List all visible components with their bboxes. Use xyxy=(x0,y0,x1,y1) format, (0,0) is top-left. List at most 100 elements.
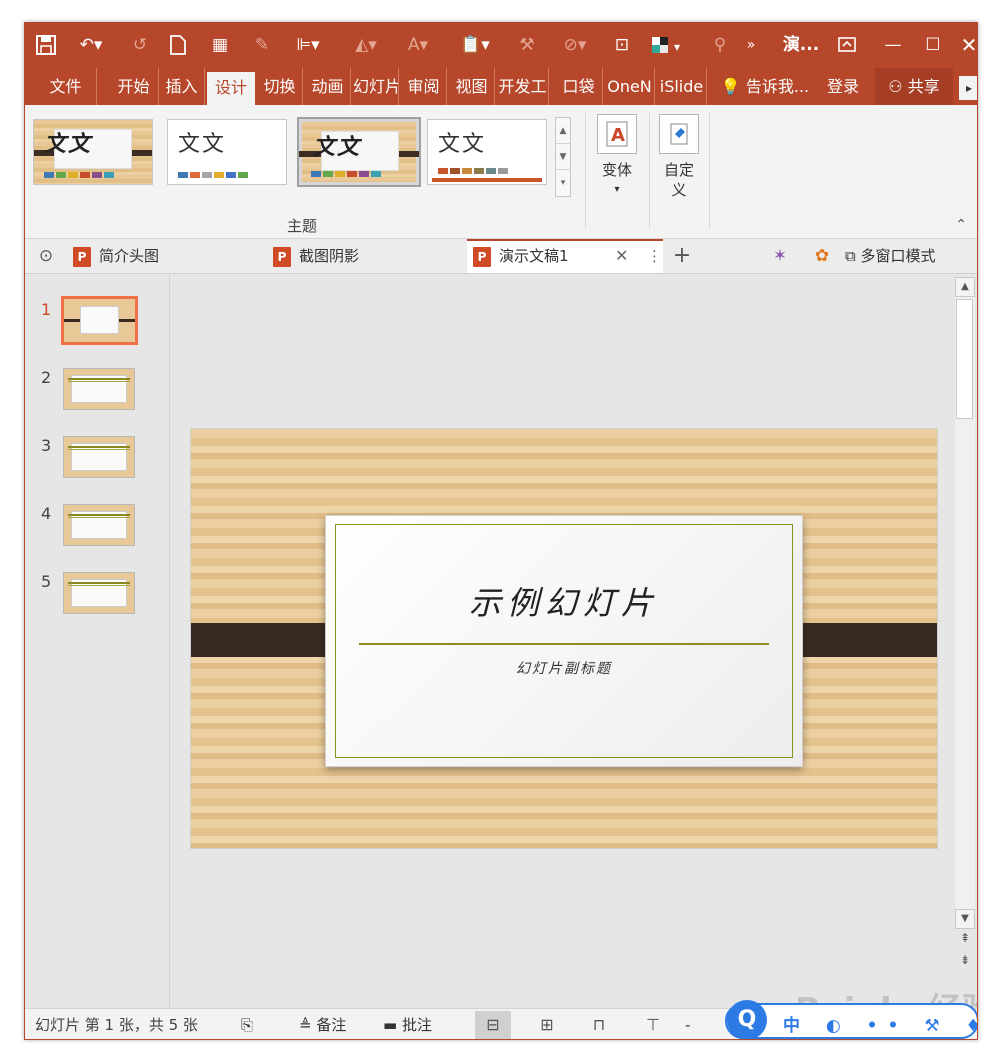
theme-sample-text: 文文 xyxy=(313,134,362,160)
variants-icon: A xyxy=(597,114,637,154)
windows-icon: ⧉ xyxy=(845,247,856,265)
slide-thumbnail-4[interactable] xyxy=(63,504,135,546)
fill-icon: ◭▾ xyxy=(355,35,377,55)
doc-tab-shadow[interactable]: P 截图阴影 xyxy=(267,239,463,273)
doc-tab-label: 简介头图 xyxy=(99,247,160,265)
eyedropper-icon: ✎ xyxy=(254,35,270,55)
gallery-scroller[interactable]: ▲ ▼ ▾ xyxy=(555,117,571,197)
ime-language: 中 xyxy=(783,1016,810,1036)
vertical-scrollbar[interactable]: ▲ ▼ ⇞ ⇟ xyxy=(955,277,975,1005)
prev-slide-icon[interactable]: ⇞ xyxy=(955,931,975,945)
doc-tab-intro[interactable]: P 简介头图 xyxy=(65,239,265,273)
scroll-down-icon[interactable]: ▼ xyxy=(955,909,975,929)
save-icon[interactable] xyxy=(35,32,57,58)
tab-pocket[interactable]: 口袋 xyxy=(555,68,603,105)
powerpoint-icon: P xyxy=(473,246,491,267)
slide-number: 2 xyxy=(41,368,52,387)
paste-icon[interactable]: 📋▾ xyxy=(455,32,495,58)
grid-icon[interactable]: ▦ xyxy=(209,32,231,58)
slide-canvas[interactable]: 示例幻灯片 幻灯片副标题 xyxy=(190,428,938,849)
theme-swatches xyxy=(44,172,114,178)
doc-tab-label: 截图阴影 xyxy=(299,247,360,265)
comments-button[interactable]: ▬ 批注 xyxy=(383,1009,432,1039)
maximize-icon[interactable]: ☐ xyxy=(921,32,945,58)
slide-number: 3 xyxy=(41,436,52,455)
shapes-icon: ⊘▾ xyxy=(563,35,587,55)
search-icon[interactable]: Q xyxy=(727,1000,767,1039)
close-icon[interactable]: ✕ xyxy=(959,32,977,58)
crop-icon[interactable]: ⊡ xyxy=(610,32,634,58)
person-icon: ⚇ xyxy=(888,77,903,96)
collapse-ribbon-icon[interactable]: ⌃ xyxy=(955,217,967,233)
theme-thumbnail-1[interactable]: 文文 xyxy=(33,119,153,185)
multi-window-button[interactable]: ⧉ 多窗口模式 xyxy=(845,239,975,273)
share-label: 共享 xyxy=(907,77,940,96)
new-doc-icon[interactable] xyxy=(169,32,191,58)
spellcheck-icon[interactable]: ⎘ xyxy=(241,1009,253,1039)
document-title: 演... xyxy=(782,35,820,55)
theme-thumbnail-4[interactable]: 文文 xyxy=(427,119,547,185)
tab-slideshow[interactable]: 幻灯片 xyxy=(353,68,399,105)
slide-thumbnail-2[interactable] xyxy=(63,368,135,410)
tab-history-icon[interactable]: ⊙ xyxy=(31,239,61,273)
align-icon[interactable]: ⊫▾ xyxy=(289,32,327,58)
sparkle-icon[interactable]: ✶ xyxy=(765,239,795,273)
gallery-down-icon[interactable]: ▼ xyxy=(556,144,570,170)
notes-button[interactable]: ≜ 备注 xyxy=(299,1009,347,1039)
tab-menu-icon[interactable]: ⋮ xyxy=(647,241,662,271)
tell-me-box[interactable]: 💡 告诉我... xyxy=(715,68,815,105)
variants-button[interactable]: A 变体 ▾ xyxy=(591,114,643,200)
more-icon[interactable]: » xyxy=(741,32,761,58)
customize-button[interactable]: 自定义 xyxy=(653,114,705,200)
lightbulb-icon: 💡 xyxy=(720,77,741,96)
scroll-up-icon[interactable]: ▲ xyxy=(955,277,975,297)
slide-number: 1 xyxy=(41,300,52,319)
slideshow-icon[interactable]: ⊤ xyxy=(635,1011,671,1039)
tab-animations[interactable]: 动画 xyxy=(305,68,351,105)
undo-icon[interactable]: ↶▾ xyxy=(73,32,109,58)
theme-thumbnail-2[interactable]: 文文 xyxy=(167,119,287,185)
gallery-up-icon[interactable]: ▲ xyxy=(556,118,570,144)
close-tab-icon[interactable]: ✕ xyxy=(615,241,628,271)
slide-thumbnail-3[interactable] xyxy=(63,436,135,478)
reading-view-icon[interactable]: ⊓ xyxy=(581,1011,617,1039)
next-slide-icon[interactable]: ⇟ xyxy=(955,953,975,967)
ime-status[interactable]: 中 ◐ •• ⚒ ♦ ▤ ☺ ▦ xyxy=(783,1011,977,1036)
settings-gear-icon[interactable]: ✿ xyxy=(807,239,837,273)
scroll-thumb[interactable] xyxy=(956,299,973,419)
doc-tab-presentation1[interactable]: P 演示文稿1 ✕ ⋮ xyxy=(467,239,663,273)
login-button[interactable]: 登录 xyxy=(821,68,865,105)
normal-view-icon[interactable]: ⊟ xyxy=(475,1011,511,1039)
gallery-more-icon[interactable]: ▾ xyxy=(556,170,570,196)
tab-review[interactable]: 审阅 xyxy=(401,68,447,105)
theme-sample-text: 文文 xyxy=(438,132,487,157)
zoom-out-button[interactable]: - xyxy=(685,1009,690,1039)
share-button[interactable]: ⚇ 共享 xyxy=(875,68,953,105)
tab-insert[interactable]: 插入 xyxy=(159,68,205,105)
slide-thumbnail-5[interactable] xyxy=(63,572,135,614)
slide-sorter-icon[interactable]: ⊞ xyxy=(529,1011,565,1039)
theme-thumbnail-3-selected[interactable]: 文文 xyxy=(297,117,421,187)
tab-developer[interactable]: 开发工 xyxy=(497,68,549,105)
ribbon-display-icon[interactable] xyxy=(837,32,863,58)
tab-transitions[interactable]: 切换 xyxy=(257,68,303,105)
notes-label: 备注 xyxy=(316,1016,347,1034)
tab-design[interactable]: 设计 xyxy=(207,72,255,105)
tab-view[interactable]: 视图 xyxy=(449,68,495,105)
theme-swatches xyxy=(311,171,381,177)
slide-subtitle[interactable]: 幻灯片副标题 xyxy=(326,658,802,678)
slide-title[interactable]: 示例幻灯片 xyxy=(326,578,802,624)
new-tab-icon[interactable]: + xyxy=(667,239,697,273)
tab-home[interactable]: 开始 xyxy=(109,68,159,105)
ime-overlay: Bai du 经验 Q 中 ◐ •• ⚒ ♦ ▤ ☺ ▦ xyxy=(725,991,977,1039)
tab-file[interactable]: 文件 xyxy=(35,68,97,105)
tab-onenote[interactable]: OneN xyxy=(605,68,655,105)
slide-thumbnail-1[interactable] xyxy=(61,296,138,345)
brush-icon: ⚒ xyxy=(519,35,535,55)
multi-window-label: 多窗口模式 xyxy=(860,247,936,265)
minimize-icon[interactable]: — xyxy=(881,32,905,58)
color-square-icon[interactable]: ▾ xyxy=(650,32,690,58)
tabs-scroll-right[interactable]: ▸ xyxy=(959,76,977,100)
tab-islide[interactable]: iSlide xyxy=(657,68,707,105)
slide-thumbnails-pane: 1 2 3 4 5 xyxy=(25,274,170,1008)
